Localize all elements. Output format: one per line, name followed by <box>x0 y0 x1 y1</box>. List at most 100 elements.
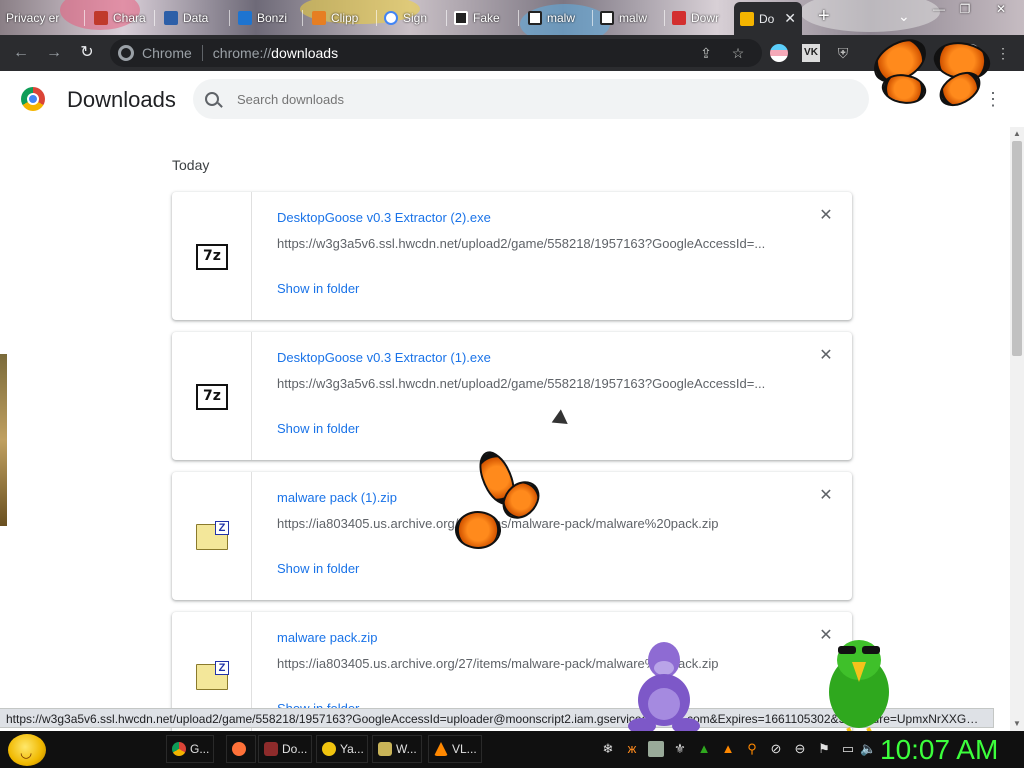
close-icon[interactable]: ✕ <box>784 10 796 27</box>
parrot-tray-icon[interactable]: ▲ <box>696 741 712 757</box>
tab-3[interactable]: Bonzi <box>232 6 298 30</box>
download-item: 7z DesktopGoose v0.3 Extractor (2).exe h… <box>172 192 852 320</box>
url-scheme: chrome:// <box>212 45 272 61</box>
taskbar-label: Do... <box>282 742 308 756</box>
taskbar-item-ya[interactable]: Ya... <box>316 735 368 763</box>
zip-icon: Z <box>196 521 229 550</box>
app-tray-icon[interactable] <box>648 741 664 757</box>
extension-flag-icon[interactable] <box>770 44 788 62</box>
chrome-icon <box>118 45 134 61</box>
tab-4[interactable]: Clipp <box>306 6 372 30</box>
kebab-menu-icon[interactable]: ⋮ <box>994 44 1012 62</box>
butterfly-icon <box>448 446 544 560</box>
download-filename-link[interactable]: DesktopGoose v0.3 Extractor (2).exe <box>277 210 491 225</box>
scroll-down-arrow-icon[interactable]: ▼ <box>1012 719 1022 729</box>
download-source-url[interactable]: https://w3g3a5v6.ssl.hwcdn.net/upload2/g… <box>277 376 777 391</box>
download-filename-link[interactable]: malware pack.zip <box>277 630 377 645</box>
start-button-smiley-icon[interactable] <box>8 734 46 766</box>
tab-favicon-icon <box>164 11 178 25</box>
scrollbar-thumb[interactable] <box>1012 141 1022 356</box>
back-arrow-icon[interactable]: ← <box>11 43 31 63</box>
blocked-icon[interactable]: ⊘ <box>768 741 784 757</box>
tab-separator <box>84 10 85 26</box>
tab-separator <box>302 10 303 26</box>
close-window-button[interactable]: ✕ <box>990 2 1012 18</box>
tab-label: Privacy er <box>6 11 60 25</box>
tab-7[interactable]: malw <box>522 6 588 30</box>
tab-8[interactable]: malw <box>594 6 660 30</box>
remove-download-icon[interactable]: ✕ <box>818 348 834 364</box>
tab-label: Bonzi <box>257 11 288 25</box>
search-tray-icon[interactable]: ⚲ <box>744 741 760 757</box>
tab-separator <box>229 10 230 26</box>
download-filename-link[interactable]: DesktopGoose v0.3 Extractor (1).exe <box>277 350 491 365</box>
tab-1[interactable]: Chara <box>88 6 148 30</box>
tab-separator <box>154 10 155 26</box>
search-bar[interactable] <box>193 79 869 119</box>
tab-label: Clipp <box>331 11 359 25</box>
share-icon[interactable]: ⇪ <box>697 44 715 62</box>
taskbar-item-w[interactable]: W... <box>372 735 422 763</box>
tab-6[interactable]: Fake <box>448 6 514 30</box>
taskbar-label: W... <box>396 742 417 756</box>
tab-label: Chara <box>113 11 146 25</box>
download-item: 7z DesktopGoose v0.3 Extractor (1).exe h… <box>172 332 852 460</box>
windows-icon <box>454 11 468 25</box>
tab-label: Fake <box>473 11 500 25</box>
taskbar-item-vlc[interactable]: VL... <box>428 735 482 763</box>
tab-0[interactable]: Privacy er <box>0 6 82 30</box>
restore-button[interactable]: ❐ <box>954 2 976 18</box>
butterfly-tray-icon[interactable]: ж <box>624 741 640 757</box>
fleur-icon[interactable]: ⚜ <box>672 741 688 757</box>
network-icon[interactable]: ▭ <box>840 741 856 757</box>
new-tab-button[interactable]: + <box>818 5 830 28</box>
tab-9[interactable]: Dowr <box>666 6 732 30</box>
download-filename-link[interactable]: malware pack (1).zip <box>277 490 397 505</box>
remove-download-icon[interactable]: ✕ <box>818 488 834 504</box>
archive-org-icon <box>528 11 542 25</box>
browser-toolbar: ← → ↻ Chrome chrome://downloads ⇪ ☆ VK ⛨… <box>0 35 1024 71</box>
snowflake-icon[interactable]: ❄ <box>600 741 616 757</box>
download-source-url[interactable]: https://w3g3a5v6.ssl.hwcdn.net/upload2/g… <box>277 236 777 251</box>
chrome-icon <box>172 742 186 756</box>
taskbar: G... Do... Ya... W... VL... ❄ ж ⚜ ▲ ▲ ⚲ … <box>0 731 1024 768</box>
remove-download-icon[interactable]: ✕ <box>818 208 834 224</box>
taskbar-item-do[interactable]: Do... <box>258 735 312 763</box>
download-source-url[interactable]: https://ia803405.us.archive.org/27/items… <box>277 656 777 671</box>
scroll-up-arrow-icon[interactable]: ▲ <box>1012 129 1022 139</box>
tab-separator <box>664 10 665 26</box>
clock[interactable]: 10:07 AM <box>880 734 998 766</box>
address-bar[interactable]: Chrome chrome://downloads <box>110 39 762 67</box>
bookmark-star-icon[interactable]: ☆ <box>729 44 747 62</box>
tab-search-icon[interactable]: ⌄ <box>898 8 910 25</box>
taskbar-item-chrome[interactable]: G... <box>166 735 214 763</box>
tab-2[interactable]: Data <box>158 6 224 30</box>
minimize-button[interactable]: — <box>928 2 950 18</box>
firefox-icon <box>232 742 246 756</box>
ublock-icon[interactable]: ⛨ <box>834 44 852 62</box>
vlc-tray-icon[interactable]: ▲ <box>720 741 736 757</box>
remove-tray-icon[interactable]: ⊖ <box>792 741 808 757</box>
7z-icon: 7z <box>196 244 228 270</box>
show-in-folder-link[interactable]: Show in folder <box>277 281 359 296</box>
file-icon-column: 7z <box>172 192 252 320</box>
show-in-folder-link[interactable]: Show in folder <box>277 561 359 576</box>
taskbar-item-firefox[interactable] <box>226 735 256 763</box>
google-icon <box>384 11 398 25</box>
tab-5[interactable]: Sign <box>378 6 442 30</box>
tab-label: Dowr <box>691 11 720 25</box>
parrot-buddy-icon <box>829 640 889 736</box>
search-input[interactable] <box>237 91 837 107</box>
show-in-folder-link[interactable]: Show in folder <box>277 421 359 436</box>
search-icon <box>205 92 219 106</box>
reload-icon[interactable]: ↻ <box>77 43 97 63</box>
extension-vk-icon[interactable]: VK <box>802 44 820 62</box>
forward-arrow-icon[interactable]: → <box>44 43 64 63</box>
tab-downloads-active[interactable]: Do ✕ <box>734 2 802 35</box>
tab-strip: Privacy er Chara Data Bonzi Clipp Sign F… <box>0 0 1024 35</box>
file-icon-column: 7z <box>172 332 252 460</box>
flag-icon[interactable]: ⚑ <box>816 741 832 757</box>
page-scrollbar[interactable]: ▲ ▼ <box>1010 127 1024 731</box>
volume-icon[interactable]: 🔈 <box>860 741 876 757</box>
tab-separator <box>592 10 593 26</box>
